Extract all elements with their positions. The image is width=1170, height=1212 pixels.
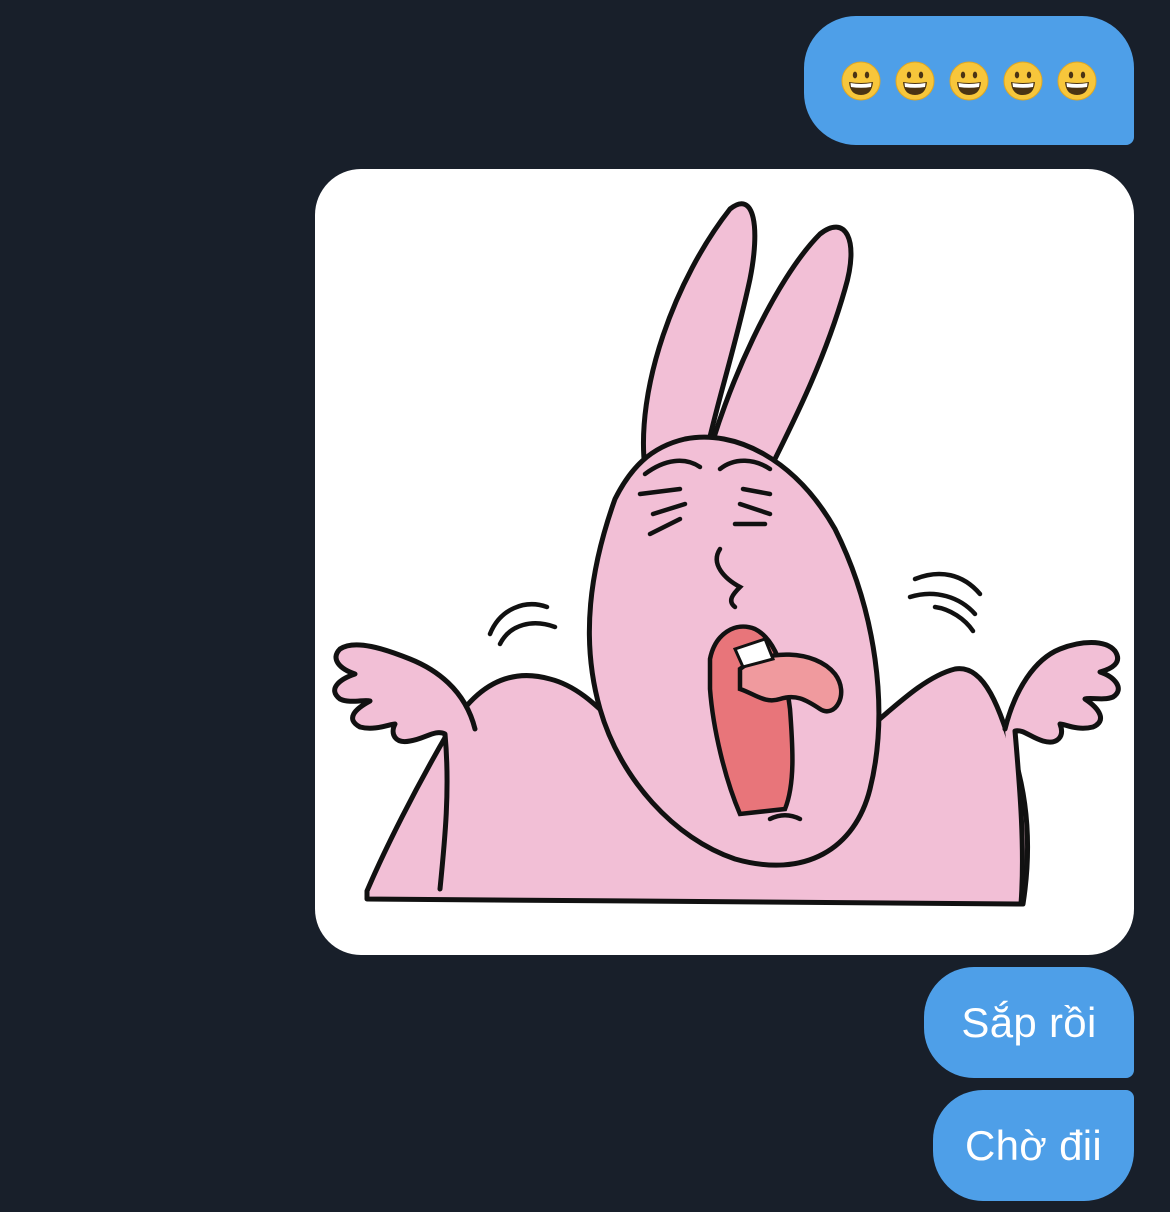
rabbit-right-arm bbox=[1002, 640, 1121, 907]
grinning-face-emoji-icon bbox=[841, 61, 881, 100]
text-message-bubble[interactable]: Sắp rồi bbox=[924, 967, 1134, 1078]
grinning-face-emoji-icon bbox=[895, 61, 935, 100]
message-text: Chờ đii bbox=[964, 1121, 1103, 1169]
grinning-face-emoji-icon bbox=[1003, 61, 1043, 100]
sticker-message[interactable] bbox=[315, 169, 1134, 955]
emoji-row bbox=[841, 61, 1097, 101]
pink-rabbit-shrug-sticker bbox=[332, 201, 1121, 907]
grinning-face-emoji-icon bbox=[1057, 61, 1097, 100]
message-text: Sắp rồi bbox=[961, 998, 1097, 1046]
grinning-face-emoji-icon bbox=[949, 61, 989, 100]
emoji-message-bubble[interactable] bbox=[804, 16, 1134, 145]
text-message-bubble[interactable]: Chờ đii bbox=[933, 1090, 1134, 1201]
